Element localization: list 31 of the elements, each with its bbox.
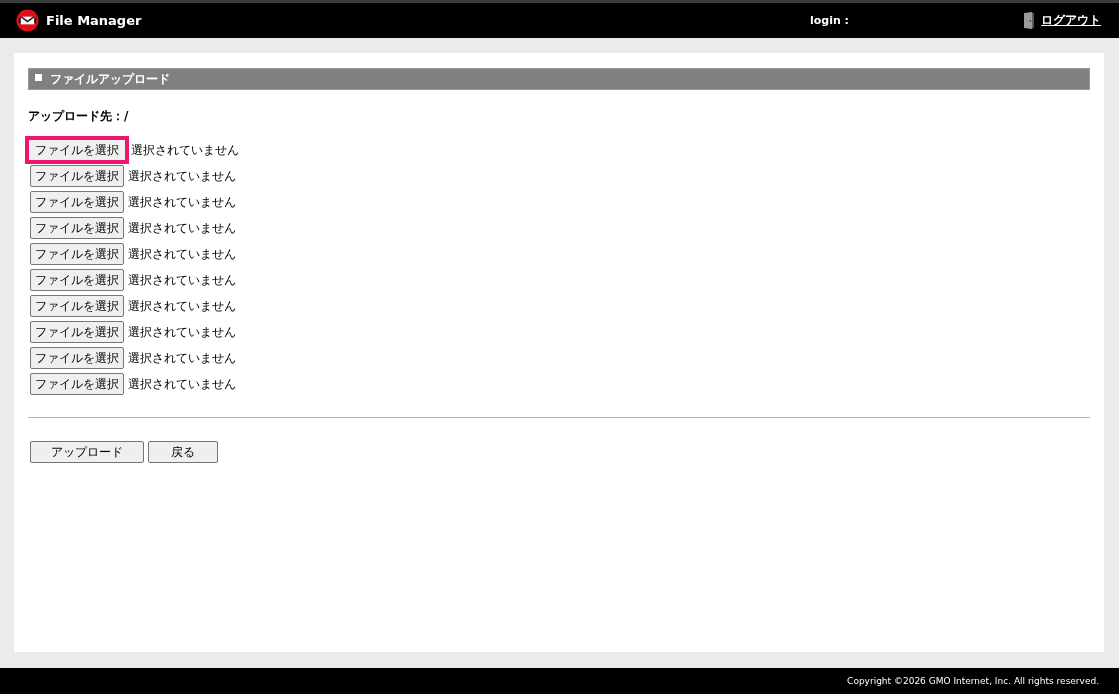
file-status-text: 選択されていません (128, 167, 236, 185)
copyright-text: Copyright ©2026 GMO Internet, Inc. All rights reserved. (847, 676, 1099, 686)
upload-destination-label: アップロード先：/ (28, 108, 129, 124)
file-status-text: 選択されていません (131, 141, 239, 159)
file-status-text: 選択されていません (128, 375, 236, 393)
choose-file-button[interactable]: ファイルを選択 (30, 373, 124, 395)
choose-file-button[interactable]: ファイルを選択 (30, 269, 124, 291)
door-icon (1023, 12, 1035, 29)
choose-file-button[interactable]: ファイルを選択 (30, 321, 124, 343)
square-icon (35, 74, 42, 81)
file-status-text: 選択されていません (128, 219, 236, 237)
choose-file-button[interactable]: ファイルを選択 (30, 347, 124, 369)
upload-button[interactable]: アップロード (30, 441, 144, 463)
file-status-text: 選択されていません (128, 271, 236, 289)
file-status-text: 選択されていません (128, 349, 236, 367)
file-status-text: 選択されていません (128, 323, 236, 341)
choose-file-button[interactable]: ファイルを選択 (30, 165, 124, 187)
file-status-text: 選択されていません (128, 297, 236, 315)
app-title: File Manager (46, 13, 142, 28)
choose-file-button[interactable]: ファイルを選択 (30, 191, 124, 213)
choose-file-button[interactable]: ファイルを選択 (25, 136, 129, 164)
logout-link[interactable]: ログアウト (1041, 12, 1101, 29)
choose-file-button[interactable]: ファイルを選択 (30, 217, 124, 239)
envelope-logo-icon (16, 9, 39, 32)
section-title: ファイルアップロード (50, 70, 170, 88)
login-label: login : (809, 14, 849, 27)
file-status-text: 選択されていません (128, 245, 236, 263)
choose-file-button[interactable]: ファイルを選択 (30, 295, 124, 317)
choose-file-button[interactable]: ファイルを選択 (30, 243, 124, 265)
file-status-text: 選択されていません (128, 193, 236, 211)
back-button[interactable]: 戻る (148, 441, 218, 463)
